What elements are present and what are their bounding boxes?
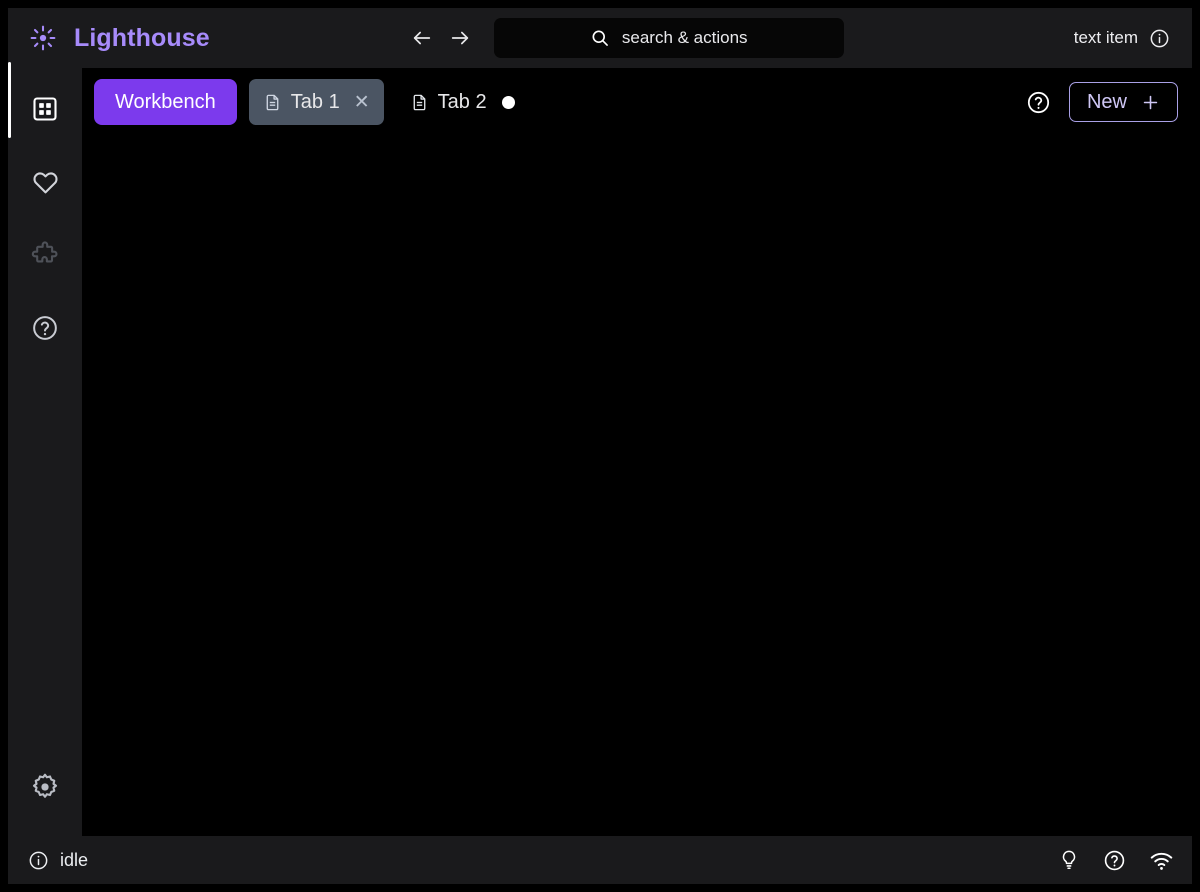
sidebar-item-settings[interactable] [22, 764, 68, 810]
status-bar: idle [8, 836, 1192, 884]
app-title: Lighthouse [74, 23, 210, 52]
tab-bar-actions: New [1026, 82, 1178, 122]
info-circle-icon[interactable] [1149, 28, 1170, 49]
close-icon[interactable]: ✕ [354, 93, 370, 112]
app-body: Workbench Tab 1 ✕ Tab 2 New [8, 62, 1192, 836]
arrow-left-icon[interactable] [410, 26, 434, 50]
main-area: Workbench Tab 1 ✕ Tab 2 New [82, 68, 1192, 836]
lightbulb-icon[interactable] [1058, 849, 1080, 871]
sidebar-active-indicator [8, 62, 11, 138]
tab-1-label: Tab 1 [290, 90, 340, 113]
file-icon [410, 93, 429, 112]
header-right-item[interactable]: text item [1074, 28, 1192, 49]
app-header: Lighthouse search & actions text item [8, 8, 1192, 68]
status-bar-icons [1058, 848, 1174, 873]
wifi-icon[interactable] [1149, 848, 1174, 873]
status-text: idle [60, 849, 89, 870]
search-input[interactable]: search & actions [493, 18, 844, 58]
status-indicator: idle [28, 850, 88, 871]
sidebar [8, 62, 82, 836]
nav-arrows [410, 26, 472, 50]
sidebar-item-extensions[interactable] [22, 232, 68, 278]
search-icon [590, 28, 610, 48]
tab-bar: Workbench Tab 1 ✕ Tab 2 New [82, 68, 1192, 136]
sidebar-item-dashboard[interactable] [22, 86, 68, 132]
workbench-button[interactable]: Workbench [94, 79, 237, 125]
brand: Lighthouse [8, 24, 210, 53]
sidebar-item-favorites[interactable] [22, 159, 68, 205]
sun-brightness-icon [30, 25, 56, 51]
new-button-label: New [1086, 90, 1127, 113]
info-circle-icon [28, 850, 49, 871]
sidebar-item-help[interactable] [22, 305, 68, 351]
tab-1[interactable]: Tab 1 ✕ [248, 79, 384, 125]
file-icon [263, 93, 282, 112]
tab-2[interactable]: Tab 2 [396, 79, 529, 125]
plus-icon [1141, 93, 1160, 112]
app-window: Lighthouse search & actions text item Wo… [8, 8, 1192, 884]
content-canvas[interactable] [82, 136, 1192, 836]
header-right-label: text item [1073, 28, 1138, 47]
dot-indicator [501, 95, 515, 109]
arrow-right-icon[interactable] [448, 26, 472, 50]
search-placeholder: search & actions [621, 28, 748, 47]
question-circle-icon[interactable] [1103, 849, 1126, 872]
tab-2-label: Tab 2 [437, 90, 487, 113]
new-button[interactable]: New [1068, 82, 1178, 122]
question-circle-icon[interactable] [1026, 90, 1051, 115]
